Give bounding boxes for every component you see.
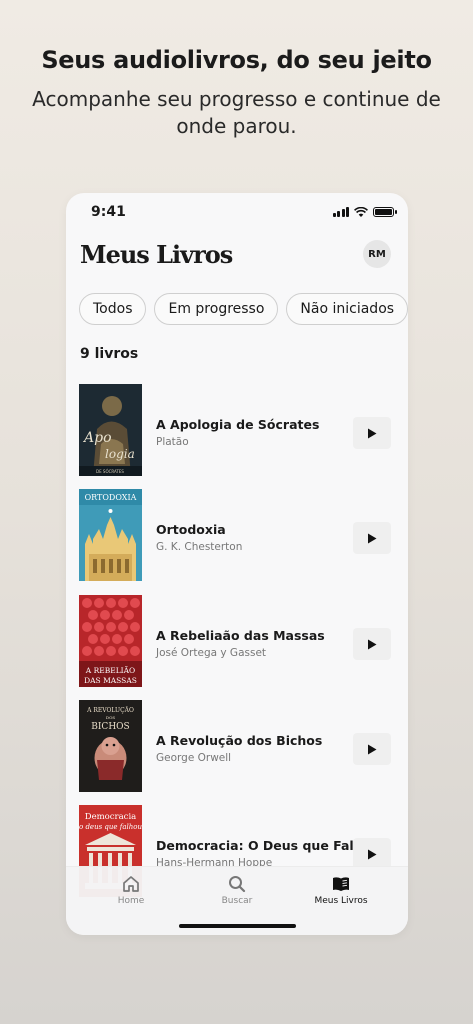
home-indicator[interactable] bbox=[179, 924, 296, 928]
cover-text: ORTODOXIA bbox=[85, 493, 137, 502]
book-cover: A REVOLUÇÃO DOS BICHOS bbox=[79, 700, 142, 792]
status-bar: 9:41 bbox=[66, 193, 408, 231]
signal-icon bbox=[332, 207, 349, 217]
play-icon bbox=[368, 428, 377, 438]
play-button[interactable] bbox=[353, 628, 391, 660]
filter-todos[interactable]: Todos bbox=[79, 293, 147, 325]
promo-headline: Seus audiolivros, do seu jeito bbox=[41, 46, 432, 74]
book-title: A Rebeliaão das Massas bbox=[156, 628, 325, 643]
book-item[interactable]: A REBELIÃO DAS MASSAS A Rebeliaão das Ma… bbox=[79, 595, 391, 687]
status-time: 9:41 bbox=[91, 204, 126, 220]
book-item[interactable]: Apo logia DE SÓCRATES A Apologia de Sócr… bbox=[79, 384, 391, 476]
tab-label: Buscar bbox=[221, 896, 253, 906]
play-button[interactable] bbox=[353, 522, 391, 554]
tab-bar: Home Buscar Meus Livros bbox=[66, 866, 408, 935]
play-icon bbox=[368, 849, 377, 859]
book-cover: ORTODOXIA bbox=[79, 489, 142, 581]
tab-home[interactable]: Home bbox=[86, 874, 176, 906]
book-item[interactable]: ORTODOXIA Ortodoxia G. K. Chesterton bbox=[79, 489, 391, 581]
play-button[interactable] bbox=[353, 417, 391, 449]
book-icon bbox=[333, 877, 349, 891]
tab-label: Home bbox=[117, 896, 145, 906]
cover-text: DE SÓCRATES bbox=[96, 469, 124, 474]
book-author: George Orwell bbox=[156, 752, 232, 764]
tab-buscar[interactable]: Buscar bbox=[192, 874, 282, 906]
cover-text: Democracia bbox=[85, 812, 136, 822]
avatar[interactable]: RM bbox=[363, 240, 391, 268]
cover-text: A REBELIÃO bbox=[85, 666, 135, 675]
filter-em-progresso[interactable]: Em progresso bbox=[154, 293, 279, 325]
tab-meus-livros[interactable]: Meus Livros bbox=[296, 874, 386, 906]
book-author: G. K. Chesterton bbox=[156, 541, 243, 553]
cover-text: A REVOLUÇÃO bbox=[86, 706, 134, 714]
cover-text: DOS bbox=[106, 715, 115, 720]
book-title: Ortodoxia bbox=[156, 522, 226, 537]
book-cover: Apo logia DE SÓCRATES bbox=[79, 384, 142, 476]
play-icon bbox=[368, 744, 377, 754]
cover-text: BICHOS bbox=[91, 722, 129, 732]
promo-subline: Acompanhe seu progresso e continue de on… bbox=[32, 87, 441, 138]
cover-text: logia bbox=[105, 447, 135, 461]
search-icon bbox=[229, 876, 246, 893]
book-title: A Revolução dos Bichos bbox=[156, 733, 323, 748]
book-author: Platão bbox=[156, 436, 189, 448]
home-icon bbox=[123, 876, 139, 892]
page-title: Meus Livros bbox=[80, 240, 233, 269]
play-icon bbox=[368, 639, 377, 649]
book-author: José Ortega y Gasset bbox=[156, 647, 267, 659]
book-title: Democracia: O Deus que Falhou bbox=[156, 838, 381, 853]
battery-icon bbox=[373, 207, 397, 217]
filter-nao-iniciados[interactable]: Não iniciados bbox=[286, 293, 408, 325]
play-icon bbox=[368, 533, 377, 543]
cover-text: Apo bbox=[82, 430, 112, 446]
book-title: A Apologia de Sócrates bbox=[156, 417, 320, 432]
book-count: 9 livros bbox=[80, 346, 139, 362]
wifi-icon bbox=[354, 207, 368, 217]
phone-screen: 9:41 Meus Livros RM Todos Em progresso N… bbox=[66, 193, 408, 935]
book-item[interactable]: A REVOLUÇÃO DOS BICHOS A Revolução dos B… bbox=[79, 700, 391, 792]
book-cover: A REBELIÃO DAS MASSAS bbox=[79, 595, 142, 687]
filter-chips: Todos Em progresso Não iniciados bbox=[79, 293, 408, 325]
tab-label: Meus Livros bbox=[314, 896, 368, 906]
cover-text: DAS MASSAS bbox=[84, 676, 137, 685]
play-button[interactable] bbox=[353, 733, 391, 765]
cover-text: o deus que falhou bbox=[79, 823, 142, 831]
